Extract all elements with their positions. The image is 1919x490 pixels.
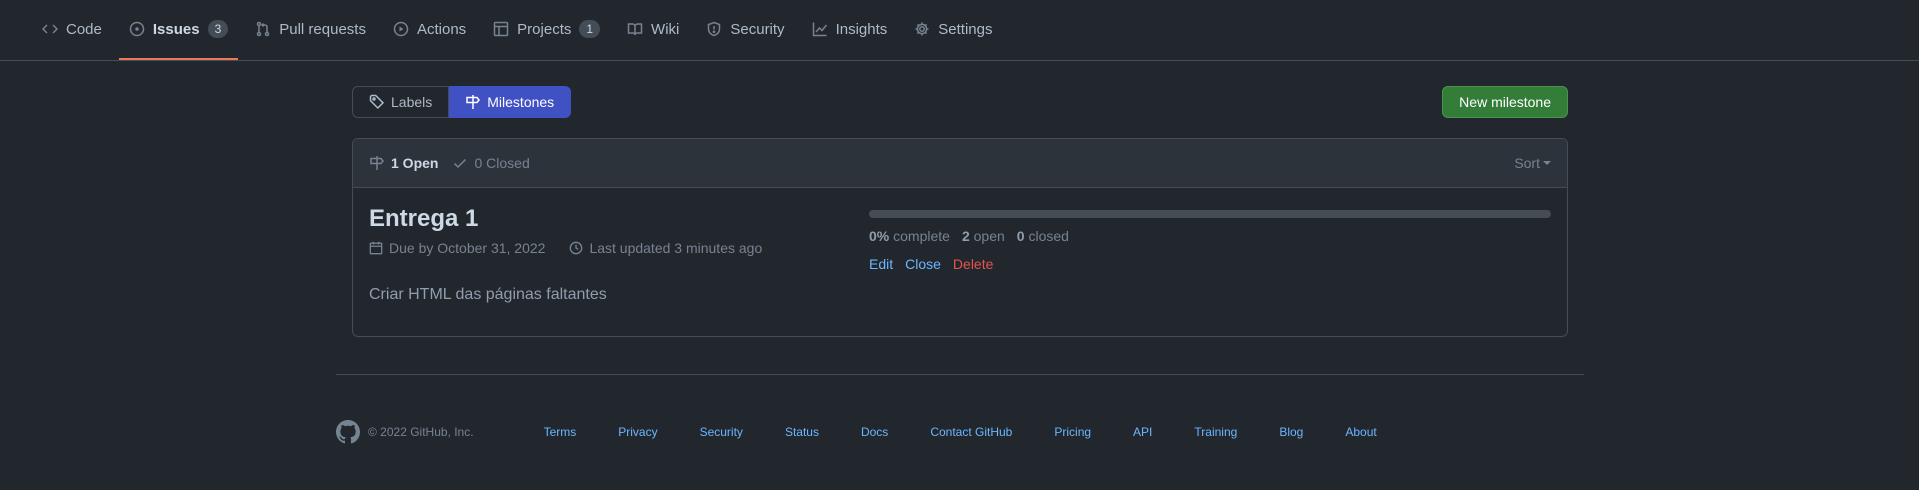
main-content: Labels Milestones New milestone 1 Open 0… — [352, 86, 1568, 337]
footer-link-privacy[interactable]: Privacy — [618, 425, 657, 439]
tab-actions[interactable]: Actions — [383, 0, 476, 60]
percent-complete-label: complete — [893, 228, 950, 244]
issues-count-badge: 3 — [207, 20, 229, 38]
milestone-progress-bar — [869, 210, 1551, 218]
milestone-info: Entrega 1 Due by October 31, 2022 Last u… — [369, 204, 869, 320]
footer-copyright: © 2022 GitHub, Inc. — [368, 425, 474, 439]
code-icon — [42, 24, 58, 34]
tab-issues[interactable]: Issues 3 — [118, 0, 239, 60]
milestone-stats: 0% complete 2 open 0 closed — [869, 228, 1551, 244]
closed-milestones-filter[interactable]: 0 Closed — [452, 155, 530, 171]
tab-insights-label: Insights — [835, 20, 888, 38]
closed-issues-stat: 0 closed — [1017, 228, 1069, 244]
footer-link-docs[interactable]: Docs — [861, 425, 888, 439]
milestone-progress-section: 0% complete 2 open 0 closed Edit Close D… — [869, 204, 1551, 320]
footer-link-pricing[interactable]: Pricing — [1054, 425, 1091, 439]
clock-icon — [570, 241, 583, 255]
gear-icon — [915, 22, 929, 36]
milestone-due-date: Due by October 31, 2022 — [389, 240, 546, 256]
tab-wiki[interactable]: Wiki — [617, 0, 689, 60]
milestone-actions: Edit Close Delete — [869, 256, 1551, 272]
tab-security[interactable]: Security — [696, 0, 794, 60]
tab-code[interactable]: Code — [32, 0, 112, 60]
edit-milestone-link[interactable]: Edit — [869, 256, 893, 272]
footer-link-terms[interactable]: Terms — [544, 425, 577, 439]
tab-pull-requests[interactable]: Pull requests — [245, 0, 376, 60]
sort-dropdown[interactable]: Sort — [1514, 155, 1551, 171]
closed-issues-label: closed — [1028, 228, 1069, 244]
footer-link-about[interactable]: About — [1345, 425, 1376, 439]
footer-link-status[interactable]: Status — [785, 425, 819, 439]
open-issues-label: open — [973, 228, 1005, 244]
tab-settings[interactable]: Settings — [904, 0, 1002, 60]
milestone-icon — [466, 95, 481, 109]
open-issues-stat: 2 open — [962, 228, 1005, 244]
tab-projects[interactable]: Projects 1 — [483, 0, 610, 60]
table-icon — [493, 21, 509, 37]
labels-milestones-toggle: Labels Milestones — [352, 86, 572, 118]
delete-milestone-link[interactable]: Delete — [953, 256, 993, 272]
git-pull-request-icon — [257, 21, 270, 37]
tab-issues-label: Issues — [152, 20, 200, 38]
footer-link-api[interactable]: API — [1133, 425, 1152, 439]
milestone-icon — [370, 156, 384, 170]
play-icon — [393, 21, 409, 37]
open-issues-count: 2 — [961, 228, 970, 244]
labels-button-label: Labels — [391, 94, 433, 110]
check-icon — [454, 158, 467, 169]
close-milestone-link[interactable]: Close — [905, 256, 941, 272]
calendar-icon — [369, 241, 383, 255]
tag-icon — [369, 94, 385, 110]
open-milestones-label: 1 Open — [391, 155, 439, 171]
percent-complete-value: 0% — [869, 228, 890, 244]
tab-settings-label: Settings — [938, 20, 993, 38]
subnav: Labels Milestones New milestone — [352, 86, 1568, 118]
tab-wiki-label: Wiki — [651, 20, 680, 38]
milestone-row: Entrega 1 Due by October 31, 2022 Last u… — [353, 188, 1567, 336]
footer-links: Terms Privacy Security Status Docs Conta… — [544, 425, 1377, 439]
milestone-title[interactable]: Entrega 1 — [369, 204, 869, 234]
issue-opened-icon — [129, 21, 145, 37]
book-icon — [627, 23, 643, 36]
github-logo-icon[interactable] — [336, 420, 360, 444]
tab-projects-label: Projects — [517, 20, 572, 38]
milestone-meta: Due by October 31, 2022 Last updated 3 m… — [369, 240, 869, 256]
closed-issues-count: 0 — [1016, 228, 1025, 244]
caret-down-icon — [1543, 161, 1551, 165]
milestones-button-label: Milestones — [487, 94, 555, 110]
milestones-header: 1 Open 0 Closed Sort — [353, 139, 1567, 188]
labels-button[interactable]: Labels — [352, 86, 450, 118]
milestone-last-updated: Last updated 3 minutes ago — [589, 240, 763, 256]
milestones-button[interactable]: Milestones — [449, 86, 572, 118]
open-milestones-filter[interactable]: 1 Open — [369, 155, 438, 171]
tab-insights[interactable]: Insights — [802, 0, 898, 60]
footer-row: © 2022 GitHub, Inc. Terms Privacy Securi… — [336, 375, 1584, 475]
tab-actions-label: Actions — [416, 20, 467, 38]
footer: © 2022 GitHub, Inc. Terms Privacy Securi… — [336, 374, 1584, 475]
milestones-box: 1 Open 0 Closed Sort Entrega 1 Due by Oc… — [352, 138, 1568, 337]
tab-security-label: Security — [730, 20, 785, 38]
milestone-description: Criar HTML das páginas faltantes — [369, 286, 607, 303]
repo-nav: Code Issues 3 Pull requests Actions Proj… — [0, 0, 1919, 61]
percent-complete-stat: 0% complete — [869, 228, 950, 244]
footer-link-training[interactable]: Training — [1194, 425, 1237, 439]
projects-count-badge: 1 — [579, 20, 601, 38]
closed-milestones-label: 0 Closed — [474, 155, 530, 171]
new-milestone-button[interactable]: New milestone — [1442, 86, 1568, 118]
footer-link-blog[interactable]: Blog — [1279, 425, 1303, 439]
tab-pull-requests-label: Pull requests — [279, 20, 366, 38]
footer-link-security[interactable]: Security — [700, 425, 743, 439]
tab-code-label: Code — [66, 20, 102, 38]
sort-label: Sort — [1514, 155, 1540, 171]
graph-icon — [812, 22, 827, 37]
footer-link-contact[interactable]: Contact GitHub — [930, 425, 1012, 439]
shield-icon — [708, 21, 721, 37]
